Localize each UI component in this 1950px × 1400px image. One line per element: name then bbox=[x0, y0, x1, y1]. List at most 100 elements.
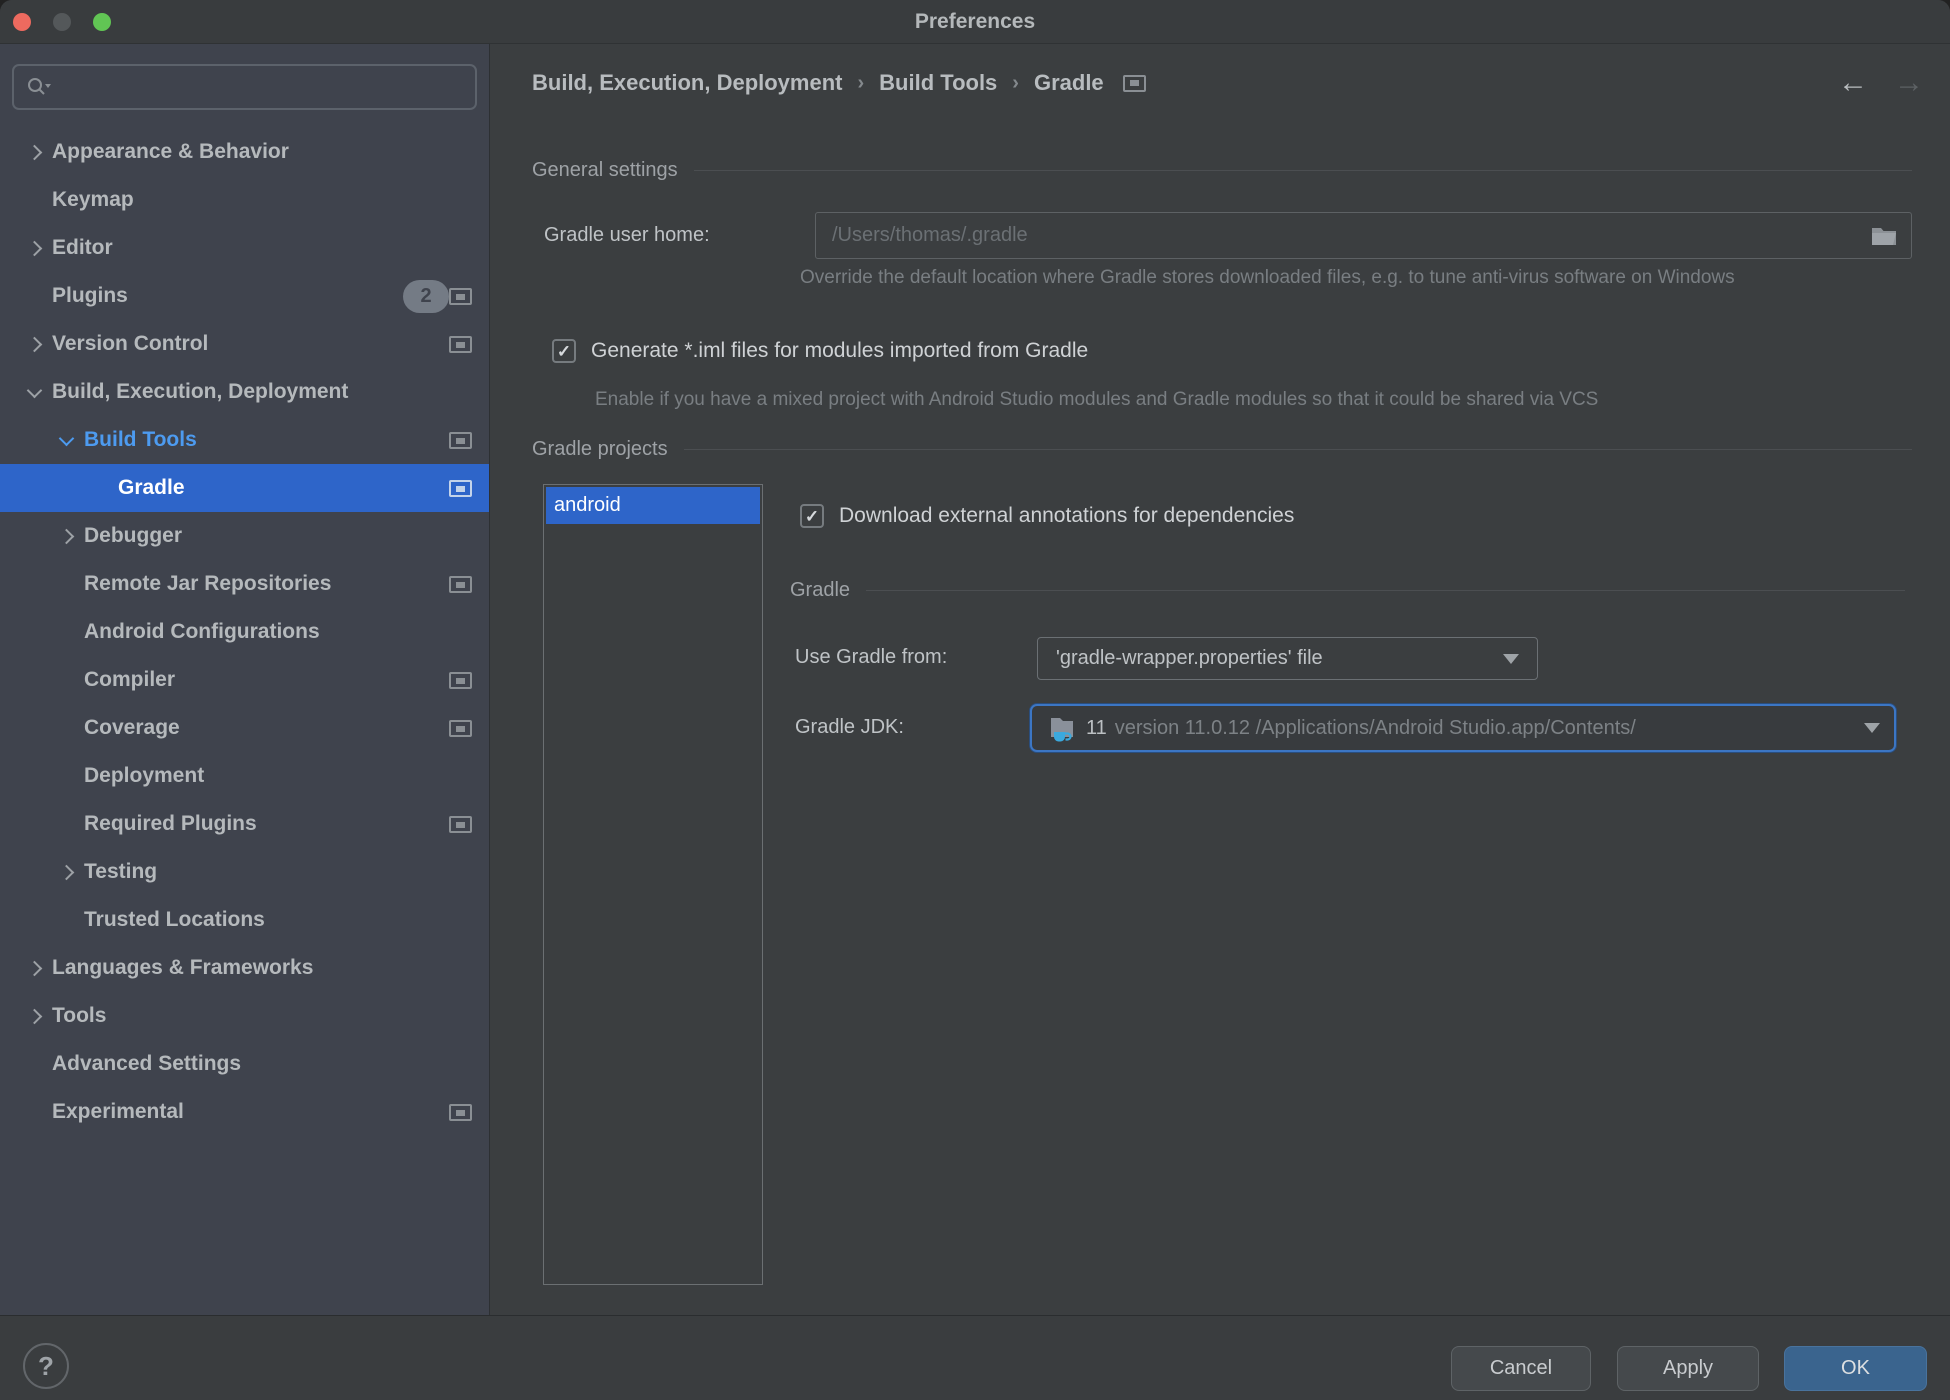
sidebar-item-label: Plugins bbox=[52, 284, 128, 308]
section-title: Gradle bbox=[790, 579, 850, 602]
breadcrumb-item[interactable]: Build Tools bbox=[879, 70, 997, 96]
download-annotations-label: Download external annotations for depend… bbox=[839, 504, 1294, 528]
sidebar-item-label: Compiler bbox=[84, 668, 175, 692]
sidebar-item-keymap[interactable]: Keymap bbox=[0, 176, 489, 224]
chevron-spacer bbox=[54, 560, 84, 608]
settings-marker-icon bbox=[449, 816, 472, 833]
gradle-user-home-input[interactable] bbox=[830, 223, 1871, 248]
sidebar-item-label: Build, Execution, Deployment bbox=[52, 380, 348, 404]
chevron-right-icon[interactable] bbox=[54, 848, 84, 896]
sidebar-item-languages-frameworks[interactable]: Languages & Frameworks bbox=[0, 944, 489, 992]
settings-marker-icon bbox=[1123, 75, 1146, 92]
sidebar-item-label: Android Configurations bbox=[84, 620, 320, 644]
sidebar-item-advanced-settings[interactable]: Advanced Settings bbox=[0, 1040, 489, 1088]
forward-arrow-icon: → bbox=[1894, 66, 1924, 100]
help-button[interactable]: ? bbox=[23, 1343, 69, 1389]
close-window-button[interactable] bbox=[13, 13, 31, 31]
sidebar-item-plugins[interactable]: Plugins2 bbox=[0, 272, 489, 320]
project-list-item[interactable]: android bbox=[546, 487, 760, 524]
window-title: Preferences bbox=[915, 10, 1035, 34]
sidebar-item-label: Keymap bbox=[52, 188, 134, 212]
gradle-jdk-combobox[interactable]: 11 version 11.0.12 /Applications/Android… bbox=[1030, 704, 1896, 752]
generate-iml-row[interactable]: Generate *.iml files for modules importe… bbox=[552, 339, 1088, 363]
sidebar-item-tools[interactable]: Tools bbox=[0, 992, 489, 1040]
sidebar-item-gradle[interactable]: Gradle bbox=[0, 464, 489, 512]
sidebar-item-android-configurations[interactable]: Android Configurations bbox=[0, 608, 489, 656]
download-annotations-checkbox[interactable] bbox=[800, 504, 824, 528]
breadcrumb: Build, Execution, Deployment › Build Tools… bbox=[532, 70, 1146, 96]
chevron-spacer bbox=[54, 656, 84, 704]
sidebar-item-label: Remote Jar Repositories bbox=[84, 572, 331, 596]
sidebar-item-editor[interactable]: Editor bbox=[0, 224, 489, 272]
use-gradle-from-value: 'gradle-wrapper.properties' file bbox=[1056, 647, 1323, 670]
sidebar-item-label: Tools bbox=[52, 1004, 106, 1028]
breadcrumb-separator: › bbox=[1012, 72, 1019, 95]
chevron-right-icon[interactable] bbox=[22, 992, 52, 1040]
section-rule bbox=[694, 170, 1912, 171]
sidebar-item-remote-jar-repositories[interactable]: Remote Jar Repositories bbox=[0, 560, 489, 608]
sidebar-item-label: Required Plugins bbox=[84, 812, 257, 836]
gradle-projects-list[interactable]: android bbox=[543, 484, 763, 1285]
back-arrow-icon[interactable]: ← bbox=[1838, 66, 1868, 100]
jdk-folder-icon bbox=[1046, 712, 1078, 744]
chevron-down-icon[interactable] bbox=[54, 416, 84, 464]
settings-search-box[interactable] bbox=[12, 64, 477, 110]
chevron-spacer bbox=[54, 800, 84, 848]
apply-button[interactable]: Apply bbox=[1617, 1346, 1759, 1391]
cancel-button[interactable]: Cancel bbox=[1451, 1346, 1591, 1391]
use-gradle-from-dropdown[interactable]: 'gradle-wrapper.properties' file bbox=[1037, 637, 1538, 680]
window-controls bbox=[13, 13, 111, 31]
settings-marker-icon bbox=[449, 480, 472, 497]
gradle-user-home-label: Gradle user home: bbox=[544, 224, 710, 247]
sidebar-item-build-tools[interactable]: Build Tools bbox=[0, 416, 489, 464]
chevron-down-icon bbox=[1864, 723, 1880, 733]
settings-marker-icon bbox=[449, 336, 472, 353]
dialog-footer: ? Cancel Apply OK bbox=[0, 1315, 1950, 1400]
sidebar-item-trusted-locations[interactable]: Trusted Locations bbox=[0, 896, 489, 944]
open-folder-icon[interactable] bbox=[1871, 225, 1897, 246]
chevron-spacer bbox=[54, 704, 84, 752]
sidebar-item-debugger[interactable]: Debugger bbox=[0, 512, 489, 560]
sidebar-item-label: Build Tools bbox=[84, 428, 197, 452]
sidebar-item-experimental[interactable]: Experimental bbox=[0, 1088, 489, 1136]
ok-button[interactable]: OK bbox=[1784, 1346, 1927, 1391]
generate-iml-label: Generate *.iml files for modules importe… bbox=[591, 339, 1088, 363]
chevron-right-icon[interactable] bbox=[22, 128, 52, 176]
settings-marker-icon bbox=[449, 720, 472, 737]
chevron-spacer bbox=[54, 896, 84, 944]
chevron-right-icon[interactable] bbox=[22, 944, 52, 992]
chevron-right-icon[interactable] bbox=[54, 512, 84, 560]
search-input[interactable] bbox=[60, 75, 463, 100]
breadcrumb-separator: › bbox=[857, 72, 864, 95]
sidebar-item-compiler[interactable]: Compiler bbox=[0, 656, 489, 704]
download-annotations-row[interactable]: Download external annotations for depend… bbox=[800, 504, 1294, 528]
section-rule bbox=[866, 590, 1905, 591]
chevron-spacer bbox=[22, 1088, 52, 1136]
breadcrumb-item[interactable]: Gradle bbox=[1034, 70, 1104, 96]
settings-marker-icon bbox=[449, 1104, 472, 1121]
chevron-down-icon bbox=[1503, 654, 1519, 664]
sidebar-item-coverage[interactable]: Coverage bbox=[0, 704, 489, 752]
sidebar-item-version-control[interactable]: Version Control bbox=[0, 320, 489, 368]
chevron-down-icon[interactable] bbox=[22, 368, 52, 416]
gradle-user-home-field[interactable] bbox=[815, 212, 1912, 259]
jdk-version: 11 bbox=[1086, 717, 1107, 740]
sidebar-item-required-plugins[interactable]: Required Plugins bbox=[0, 800, 489, 848]
settings-marker-icon bbox=[449, 576, 472, 593]
chevron-spacer bbox=[54, 608, 84, 656]
sidebar-item-deployment[interactable]: Deployment bbox=[0, 752, 489, 800]
sidebar-item-label: Gradle bbox=[118, 476, 185, 500]
sidebar-item-label: Appearance & Behavior bbox=[52, 140, 289, 164]
sidebar-item-build-execution-deployment[interactable]: Build, Execution, Deployment bbox=[0, 368, 489, 416]
settings-marker-icon bbox=[449, 432, 472, 449]
breadcrumb-item[interactable]: Build, Execution, Deployment bbox=[532, 70, 842, 96]
chevron-right-icon[interactable] bbox=[22, 320, 52, 368]
settings-marker-icon bbox=[449, 672, 472, 689]
section-rule bbox=[684, 449, 1912, 450]
chevron-right-icon[interactable] bbox=[22, 224, 52, 272]
sidebar-item-appearance-behavior[interactable]: Appearance & Behavior bbox=[0, 128, 489, 176]
sidebar-item-label: Advanced Settings bbox=[52, 1052, 241, 1076]
generate-iml-checkbox[interactable] bbox=[552, 339, 576, 363]
sidebar-item-testing[interactable]: Testing bbox=[0, 848, 489, 896]
zoom-window-button[interactable] bbox=[93, 13, 111, 31]
